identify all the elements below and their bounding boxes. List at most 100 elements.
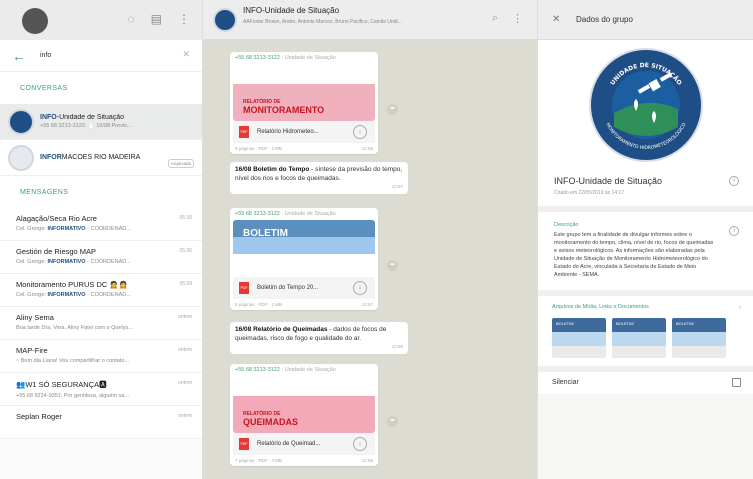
- chat-avatar[interactable]: [213, 8, 237, 32]
- mute-label: Silenciar: [552, 379, 579, 387]
- message-time: ontem: [178, 413, 192, 419]
- archived-badge: Arquivada: [167, 159, 194, 168]
- description-text: Este grupo tem a finalidade de divulgar …: [554, 232, 714, 278]
- group-details-panel: ✕ Dados do grupo UNIDADE DE SITUAÇÃO MON…: [537, 0, 753, 479]
- file-row[interactable]: PDF Relatório de Queimad... ↓: [233, 433, 375, 455]
- info-icon[interactable]: i: [729, 176, 739, 186]
- text-message: 16/08 Boletim do Tempo - síntese da prev…: [230, 162, 408, 194]
- close-icon[interactable]: ✕: [552, 14, 576, 25]
- forward-icon[interactable]: ➦: [387, 260, 398, 271]
- message-time: ontem: [178, 380, 192, 386]
- thumbnail-headline: RELATÓRIO DE QUEIMADAS: [243, 411, 299, 427]
- chat-panel: INFO-Unidade de Situação AAFoster Brown,…: [203, 0, 537, 479]
- file-name: Relatório Hidrometeo...: [257, 129, 319, 135]
- group-info: INFO-Unidade de Situação Criado em 22/05…: [538, 170, 753, 212]
- document-thumbnail[interactable]: RELATÓRIO DE QUEIMADAS: [233, 376, 375, 433]
- file-meta: 9 páginas · PDF · 2 MB 12:56: [235, 146, 373, 151]
- document-thumbnail[interactable]: RELATÓRIO DE MONITORAMENTO: [233, 64, 375, 121]
- search-input[interactable]: info: [40, 52, 51, 59]
- group-logo: UNIDADE DE SITUAÇÃO MONITORAMENTO HIDROM…: [588, 48, 703, 162]
- text-message: 16/08 Relatório de Queimadas - dados de …: [230, 322, 408, 354]
- my-avatar[interactable]: [22, 8, 48, 34]
- download-icon[interactable]: ↓: [353, 437, 367, 451]
- chat-header[interactable]: INFO-Unidade de Situação AAFoster Brown,…: [203, 0, 537, 40]
- search-icon[interactable]: ⌕: [492, 12, 498, 25]
- message-time: 05:36: [179, 248, 192, 254]
- pdf-icon: PDF: [239, 126, 249, 138]
- group-description: Descrição Este grupo tem a finalidade de…: [538, 212, 753, 296]
- group-name[interactable]: INFO-Unidade de Situação: [554, 176, 737, 186]
- document-thumbnail[interactable]: BOLETIM: [233, 220, 375, 277]
- message-result[interactable]: Monitoramento PURUS DC 🙍🙍 Cel. Grorge: I…: [0, 274, 202, 307]
- file-name: Relatório de Queimad...: [257, 441, 321, 447]
- message-result[interactable]: MAP-Fire ~ Bom dia Liana! Vou compartilh…: [0, 340, 202, 373]
- message-chat-name: Aliny Sema: [16, 313, 54, 322]
- details-header: ✕ Dados do grupo: [538, 0, 753, 40]
- conversations-header: CONVERSAS: [0, 72, 202, 104]
- message-result[interactable]: 👥W1 SÓ SEGURANÇA🅰 +55 68 9224-9351: Por …: [0, 373, 202, 406]
- file-meta: 7 páginas · PDF · 3 MB 12:58: [235, 458, 373, 463]
- info-icon[interactable]: i: [729, 226, 739, 236]
- description-label: Descrição: [554, 222, 579, 228]
- back-arrow-icon[interactable]: ←: [12, 48, 32, 64]
- group-photo[interactable]: UNIDADE DE SITUAÇÃO MONITORAMENTO HIDROM…: [538, 40, 753, 170]
- message-chat-name: 👥W1 SÓ SEGURANÇA🅰: [16, 380, 107, 389]
- message-chat-name: Monitoramento PURUS DC 🙍🙍: [16, 280, 129, 289]
- file-meta: 5 páginas · PDF · 2 MB 12:57: [235, 302, 373, 307]
- message-snippet: Cel. Grorge: INFORMATIVO - COORDENAD...: [16, 226, 131, 232]
- conversation-item[interactable]: INFO-Unidade de Situação +55 68 3213-312…: [0, 104, 202, 140]
- document-message[interactable]: +55 68 3213-3122 · Unidade de Situação R…: [230, 52, 378, 154]
- conversation-item[interactable]: INFORMACÕES RIO MADEIRA Arquivada: [0, 140, 202, 176]
- chat-members: AAFoster Brown, Andre, Antonio Marcos, B…: [243, 19, 402, 25]
- message-snippet: ~ Bom dia Liana! Vou compartilhar o cont…: [16, 358, 129, 364]
- whatsapp-web-app: ◌ ▤ ⋮ ← info ✕ CONVERSAS INFO-Unidade de…: [0, 0, 753, 479]
- pdf-icon: PDF: [239, 282, 249, 294]
- menu-icon[interactable]: ⋮: [512, 12, 523, 25]
- message-snippet: Cel. Grorge: INFORMATIVO - COORDENAD...: [16, 292, 131, 298]
- message-result[interactable]: Alagação/Seca Rio Acre Cel. Grorge: INFO…: [0, 208, 202, 241]
- message-result[interactable]: Gestión de Riesgo MAP Cel. Grorge: INFOR…: [0, 241, 202, 274]
- download-icon[interactable]: ↓: [353, 281, 367, 295]
- message-chat-name: MAP-Fire: [16, 346, 48, 355]
- message-snippet: +55 68 9224-9351: Por gentileza, alguém …: [16, 393, 129, 399]
- message-chat-name: Seplan Roger: [16, 412, 62, 421]
- chevron-right-icon[interactable]: ›: [739, 304, 741, 311]
- message-time: 05:39: [179, 215, 192, 221]
- group-avatar: [8, 144, 34, 171]
- file-name: Boletim do Tempo 20...: [257, 285, 319, 291]
- mute-checkbox[interactable]: [732, 377, 741, 387]
- menu-icon[interactable]: ⋮: [178, 12, 190, 26]
- message-chat-name: Alagação/Seca Rio Acre: [16, 214, 97, 223]
- thumbnail-headline: RELATÓRIO DE MONITORAMENTO: [243, 99, 325, 115]
- messages-header: MENSAGENS: [0, 176, 202, 208]
- file-row[interactable]: PDF Relatório Hidrometeo... ↓: [233, 121, 375, 143]
- message-sender: +55 68 3213-3122 · Unidade de Situação: [235, 211, 336, 217]
- new-chat-icon[interactable]: ▤: [151, 12, 162, 26]
- message-sender: +55 68 3213-3122 · Unidade de Situação: [235, 55, 336, 61]
- group-avatar: [8, 108, 34, 135]
- details-title: Dados do grupo: [576, 15, 633, 24]
- media-label: Arquivos de Mídia, Links e Documentos: [552, 303, 649, 310]
- document-message[interactable]: +55 68 3213-3122 · Unidade de Situação R…: [230, 364, 378, 466]
- media-thumbnail[interactable]: BOLETIM: [672, 317, 726, 358]
- status-icon[interactable]: ◌: [128, 12, 135, 26]
- message-time: ontem: [178, 314, 192, 320]
- search-row: ← info ✕: [0, 40, 202, 72]
- clear-search-icon[interactable]: ✕: [182, 49, 190, 60]
- conversation-preview: +55 68 3213-3122: 📄 16/08 Previs...: [40, 123, 132, 129]
- media-section[interactable]: Arquivos de Mídia, Links e Documentos › …: [538, 295, 753, 372]
- left-header: ◌ ▤ ⋮: [0, 0, 202, 40]
- mute-row[interactable]: Silenciar: [538, 371, 753, 394]
- file-row[interactable]: PDF Boletim do Tempo 20... ↓: [233, 277, 375, 299]
- message-time: ontem: [178, 347, 192, 353]
- download-icon[interactable]: ↓: [353, 125, 367, 139]
- message-result[interactable]: Seplan Roger ontem: [0, 406, 202, 439]
- document-message[interactable]: +55 68 3213-3122 · Unidade de Situação B…: [230, 208, 378, 310]
- message-result[interactable]: Aliny Sema Boa tarde Dra. Vera. Aliny Fa…: [0, 307, 202, 340]
- message-snippet: Cel. Grorge: INFORMATIVO - COORDENAD...: [16, 259, 131, 265]
- forward-icon[interactable]: ➦: [387, 104, 398, 115]
- thumbnail-headline: BOLETIM: [243, 228, 288, 239]
- media-thumbnail[interactable]: BOLETIM: [552, 317, 606, 358]
- forward-icon[interactable]: ➦: [387, 416, 398, 427]
- media-thumbnail[interactable]: BOLETIM: [612, 317, 666, 358]
